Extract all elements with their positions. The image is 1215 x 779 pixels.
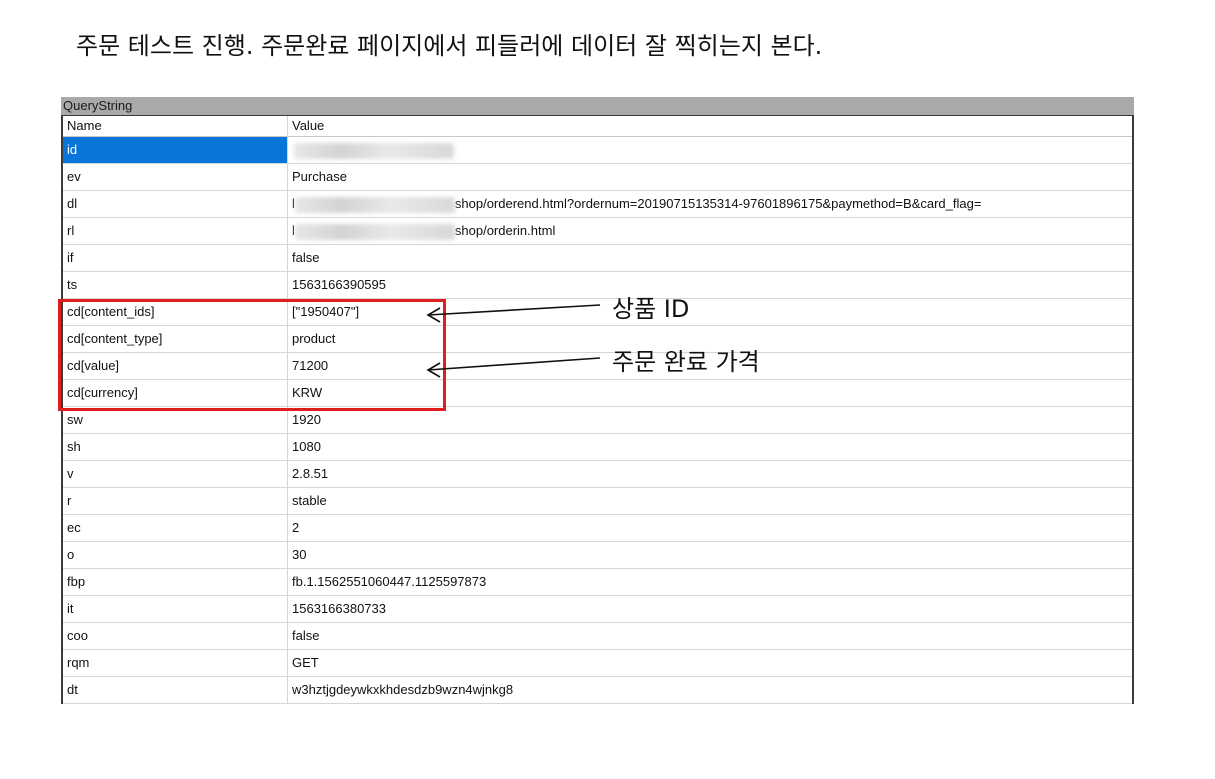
row-name: r xyxy=(63,488,288,514)
table-row[interactable]: id xyxy=(63,137,1132,164)
row-value: 1563166390595 xyxy=(292,277,386,292)
annotation-order-price: 주문 완료 가격 xyxy=(612,348,760,376)
row-name: rl xyxy=(63,218,288,244)
row-value: false xyxy=(292,250,320,265)
row-value: stable xyxy=(292,493,327,508)
grid-header: Name Value xyxy=(63,116,1132,137)
table-row[interactable]: sw 1920 xyxy=(63,407,1132,434)
table-row[interactable]: coo false xyxy=(63,623,1132,650)
row-name: ts xyxy=(63,272,288,298)
row-value: 2 xyxy=(292,520,300,535)
row-value: w3hztjgdeywkxkhdesdzb9wzn4wjnkg8 xyxy=(292,682,514,697)
row-value: Purchase xyxy=(292,169,347,184)
table-row[interactable]: v 2.8.51 xyxy=(63,461,1132,488)
row-value: GET xyxy=(292,655,319,670)
row-value: false xyxy=(292,628,320,643)
row-value: l shop/orderin.html xyxy=(288,218,1132,244)
row-value: 1080 xyxy=(292,439,321,454)
row-name: ev xyxy=(63,164,288,190)
page-heading: 주문 테스트 진행. 주문완료 페이지에서 피들러에 데이터 잘 찍히는지 본다… xyxy=(76,32,823,60)
table-row[interactable]: fbp fb.1.1562551060447.1125597873 xyxy=(63,569,1132,596)
redacted-value xyxy=(294,223,455,240)
table-row[interactable]: rqm GET xyxy=(63,650,1132,677)
table-row[interactable]: rl l shop/orderin.html xyxy=(63,218,1132,245)
highlight-box xyxy=(58,299,446,411)
row-value: fb.1.1562551060447.1125597873 xyxy=(292,574,487,589)
row-value-text: shop/orderin.html xyxy=(454,223,556,238)
row-name: o xyxy=(63,542,288,568)
row-name: rqm xyxy=(63,650,288,676)
panel-title: QueryString xyxy=(61,97,1134,115)
column-header-name[interactable]: Name xyxy=(63,116,288,136)
table-row[interactable]: o 30 xyxy=(63,542,1132,569)
row-name: v xyxy=(63,461,288,487)
table-row[interactable]: dl l shop/orderend.html?ordernum=20190715… xyxy=(63,191,1132,218)
row-value-text: shop/orderend.html?ordernum=201907151353… xyxy=(454,196,982,211)
table-row[interactable]: dt w3hztjgdeywkxkhdesdzb9wzn4wjnkg8 xyxy=(63,677,1132,704)
row-value: 2.8.51 xyxy=(292,466,329,481)
table-row[interactable]: r stable xyxy=(63,488,1132,515)
redacted-value xyxy=(294,196,455,213)
table-row[interactable]: ev Purchase xyxy=(63,164,1132,191)
row-name: ec xyxy=(63,515,288,541)
redacted-value xyxy=(294,142,454,159)
table-row[interactable]: ec 2 xyxy=(63,515,1132,542)
row-value: 30 xyxy=(292,547,307,562)
table-row[interactable]: if false xyxy=(63,245,1132,272)
table-row[interactable]: it 1563166380733 xyxy=(63,596,1132,623)
row-name: if xyxy=(63,245,288,271)
row-name: coo xyxy=(63,623,288,649)
row-name: dl xyxy=(63,191,288,217)
table-row[interactable]: ts 1563166390595 xyxy=(63,272,1132,299)
row-name: sh xyxy=(63,434,288,460)
row-name: id xyxy=(63,137,288,163)
row-name: it xyxy=(63,596,288,622)
row-value: 1563166380733 xyxy=(292,601,386,616)
row-name: dt xyxy=(63,677,288,703)
row-value: l shop/orderend.html?ordernum=20190715135… xyxy=(288,191,1132,217)
row-value xyxy=(288,137,1132,163)
column-header-value[interactable]: Value xyxy=(288,116,1132,136)
table-row[interactable]: sh 1080 xyxy=(63,434,1132,461)
row-name: fbp xyxy=(63,569,288,595)
annotation-product-id: 상품 ID xyxy=(612,295,690,323)
